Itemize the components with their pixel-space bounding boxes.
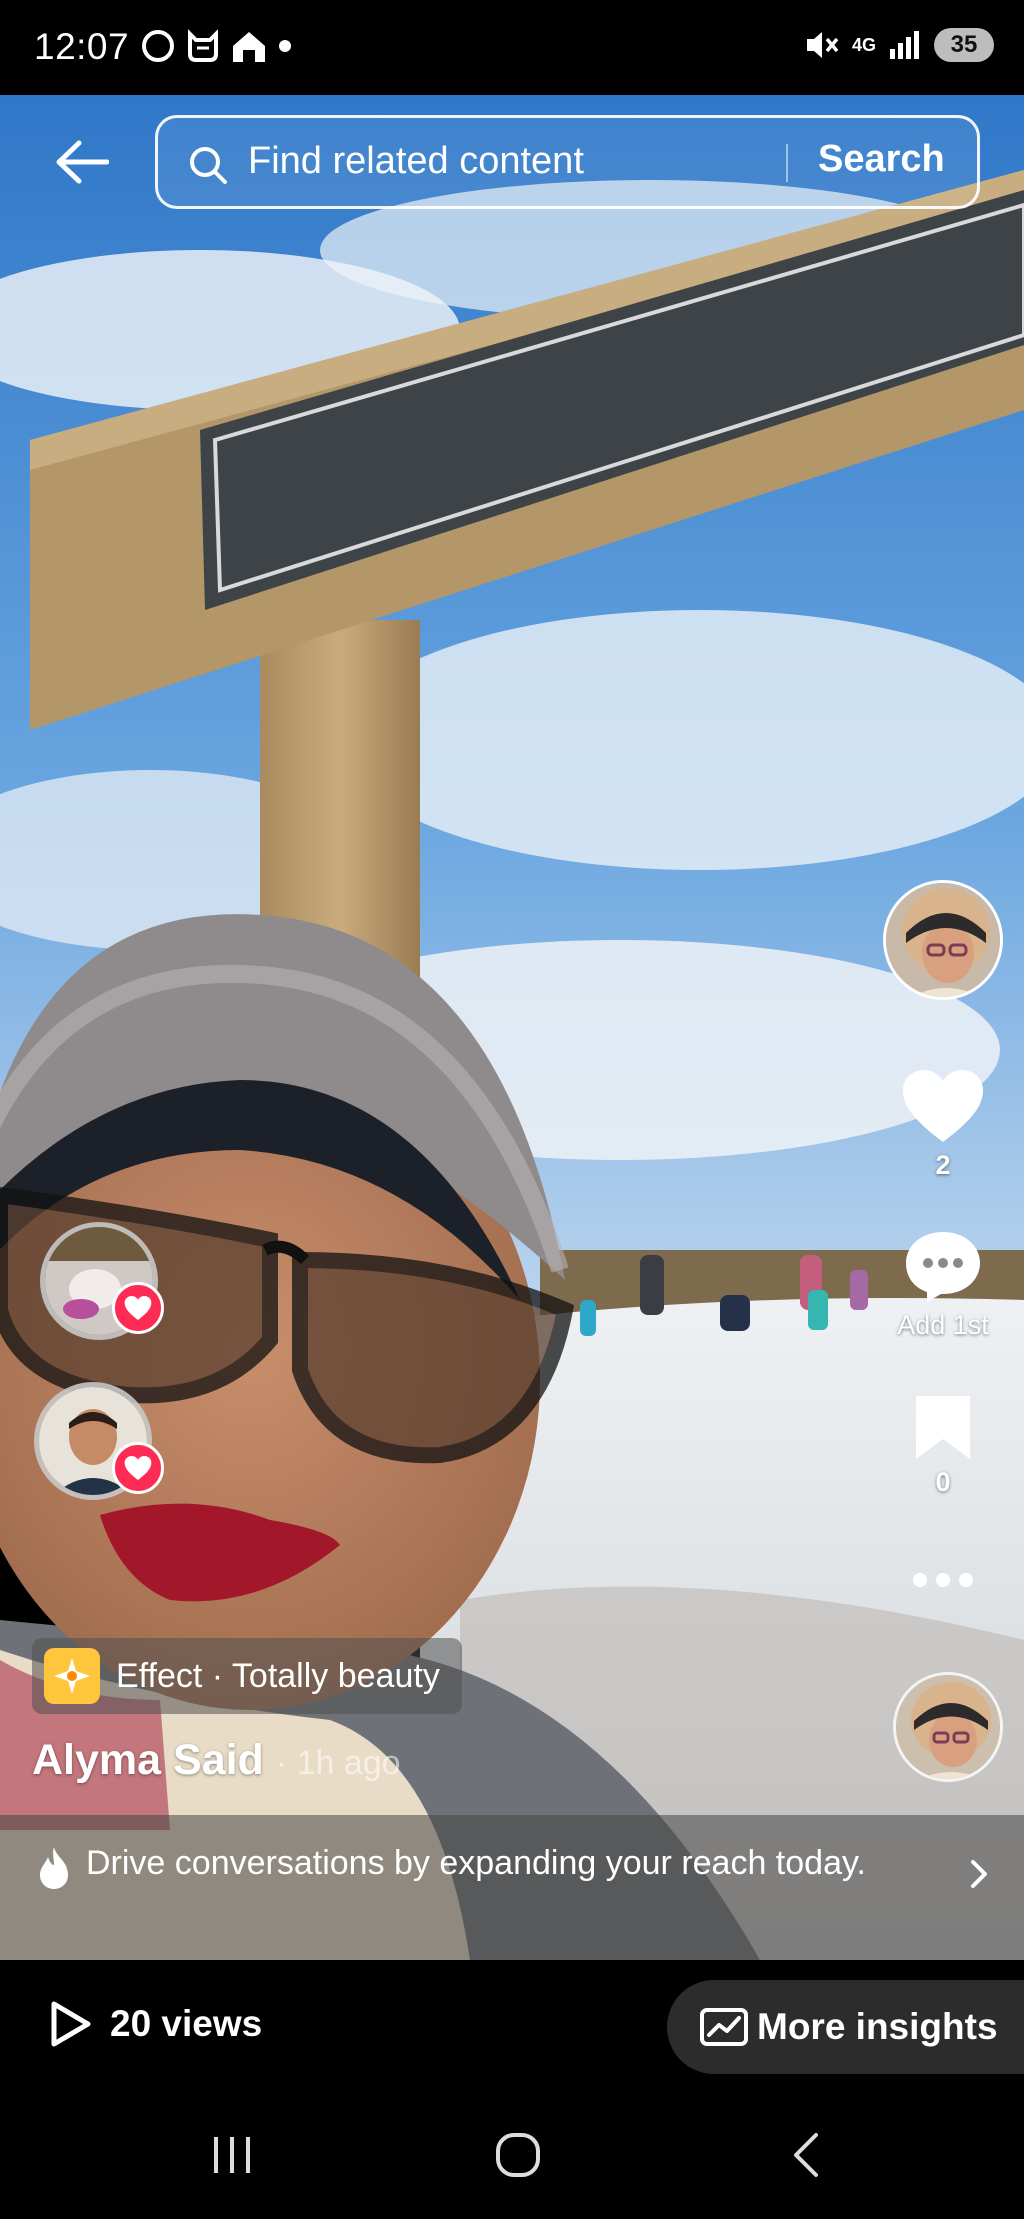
cat-status-icon (188, 29, 218, 62)
system-back-button[interactable] (766, 2120, 846, 2190)
more-insights-label: More insights (757, 2006, 998, 2047)
more-options-button[interactable] (880, 1570, 1006, 1590)
chevron-left-icon (794, 2133, 818, 2177)
home-status-icon (233, 32, 265, 62)
battery-level: 35 (950, 31, 978, 58)
system-nav-bar (0, 2090, 1024, 2219)
author-name[interactable]: Alyma Said (32, 1736, 264, 1785)
heart-icon (124, 1296, 152, 1320)
play-icon (51, 2001, 91, 2047)
reaction-heart-2 (112, 1442, 164, 1494)
reaction-heart-1 (112, 1282, 164, 1334)
status-time: 12:07 (34, 26, 130, 67)
bookmark-button[interactable]: 0 (880, 1393, 1006, 1498)
sound-disc[interactable] (893, 1672, 1003, 1782)
home-button[interactable] (478, 2120, 558, 2190)
comment-icon (906, 1232, 980, 1302)
arrow-left-icon (56, 140, 109, 184)
heart-icon (903, 1070, 983, 1142)
signal-icon (890, 31, 919, 59)
status-bar: 12:07 4G 35 (0, 0, 1024, 95)
promote-banner[interactable]: Drive conversations by expanding your re… (0, 1815, 1024, 1960)
sparkle-icon (44, 1648, 100, 1704)
like-count: 2 (935, 1150, 951, 1180)
search-button[interactable]: Search (818, 138, 945, 181)
heart-icon (124, 1456, 152, 1480)
battery-icon: 35 (934, 28, 994, 62)
search-bar[interactable]: Find related content Search (155, 115, 980, 209)
bottom-bar: 20 views More insights (0, 1960, 1024, 2090)
dot-status-icon (279, 40, 291, 52)
more-insights-button[interactable]: More insights (667, 1980, 1024, 2074)
comment-button[interactable]: Add 1st (880, 1228, 1006, 1341)
views-indicator[interactable]: 20 views (48, 2000, 262, 2048)
home-circle-icon (496, 2133, 540, 2177)
status-left-icons (140, 28, 292, 64)
search-input[interactable]: Find related content (248, 140, 584, 183)
flame-icon (40, 1847, 68, 1889)
chevron-right-icon (971, 1860, 987, 1888)
bookmark-count: 0 (935, 1467, 951, 1497)
mute-icon (806, 32, 839, 58)
back-button[interactable] (50, 130, 114, 194)
recent-apps-icon (214, 2137, 250, 2173)
comment-label: Add 1st (897, 1310, 989, 1340)
effect-chip[interactable]: Effect · Totally beauty (32, 1638, 462, 1714)
like-button[interactable]: 2 (880, 1068, 1006, 1181)
creator-avatar[interactable] (883, 880, 1003, 1000)
chart-icon (700, 2008, 748, 2046)
search-icon (190, 147, 227, 184)
post-time: · 1h ago (275, 1744, 401, 1782)
promote-text: Drive conversations by expanding your re… (86, 1844, 866, 1882)
effect-label: Effect · Totally beauty (116, 1656, 440, 1695)
network-label: 4G (851, 35, 876, 55)
more-dots-icon (913, 1573, 973, 1587)
status-right-icons: 4G 35 (804, 28, 994, 62)
circle-status-icon (142, 30, 174, 62)
author-line: Alyma Said · 1h ago (32, 1736, 401, 1785)
bookmark-icon (916, 1396, 970, 1459)
recent-apps-button[interactable] (192, 2120, 272, 2190)
sparkle-glyph (54, 1658, 90, 1694)
views-count: 20 views (110, 2003, 263, 2044)
search-divider (786, 144, 788, 182)
